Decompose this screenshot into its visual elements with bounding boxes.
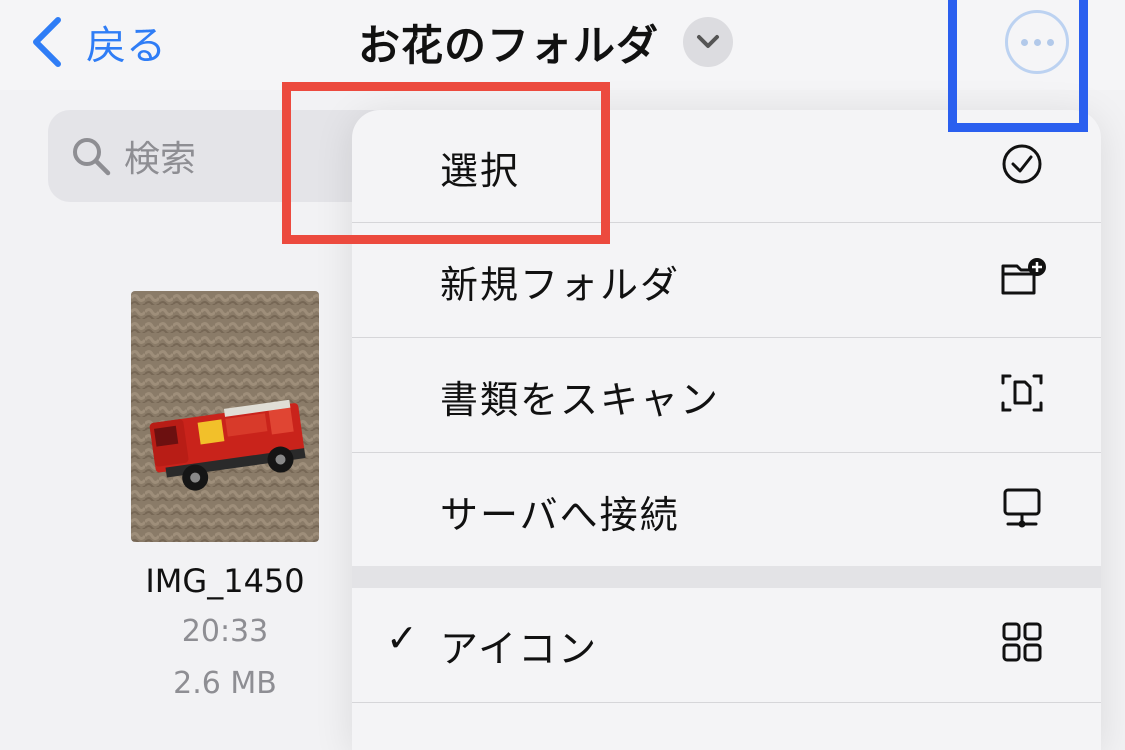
- menu-divider: [352, 702, 1101, 703]
- folder-title-group[interactable]: お花のフォルダ: [358, 12, 734, 72]
- file-size: 2.6 MB: [173, 666, 277, 701]
- menu-section-gap: [352, 566, 1101, 588]
- checkmark-icon: ✓: [386, 616, 418, 660]
- menu-divider: [352, 337, 1101, 338]
- doc-viewfinder-icon: [1001, 374, 1043, 412]
- menu-item-view-icons[interactable]: ✓ アイコン: [352, 588, 1101, 700]
- menu-item-connect-server[interactable]: サーバへ接続: [352, 454, 1101, 566]
- file-name[interactable]: IMG_1450: [100, 562, 350, 600]
- menu-item-label: 書類をスキャン: [440, 378, 721, 422]
- file-thumbnail[interactable]: [131, 291, 319, 542]
- chevron-left-icon: [33, 17, 61, 67]
- menu-item-label: サーバへ接続: [440, 493, 680, 537]
- highlight-box-blue: [948, 0, 1088, 132]
- file-time: 20:33: [181, 614, 269, 649]
- back-button-label: 戻る: [86, 23, 166, 69]
- title-menu-button[interactable]: [683, 17, 734, 67]
- highlight-box-red: [282, 82, 610, 244]
- server-display-icon: [1003, 488, 1041, 528]
- fire-truck-photo: [131, 291, 319, 542]
- page-title: お花のフォルダ: [358, 20, 660, 70]
- chevron-down-icon: [697, 35, 720, 48]
- folder-badge-plus-icon: [1001, 258, 1046, 295]
- grid-icon: [1002, 622, 1042, 662]
- menu-divider: [352, 452, 1101, 453]
- search-placeholder: 検索: [124, 139, 197, 180]
- menu-item-label: 新規フォルダ: [440, 263, 681, 307]
- menu-item-scan-documents[interactable]: 書類をスキャン: [352, 339, 1101, 451]
- back-button[interactable]: 戻る: [28, 14, 166, 70]
- menu-item-label: アイコン: [440, 627, 599, 671]
- search-icon: [73, 138, 111, 176]
- checkmark-circle-icon: [1002, 144, 1042, 184]
